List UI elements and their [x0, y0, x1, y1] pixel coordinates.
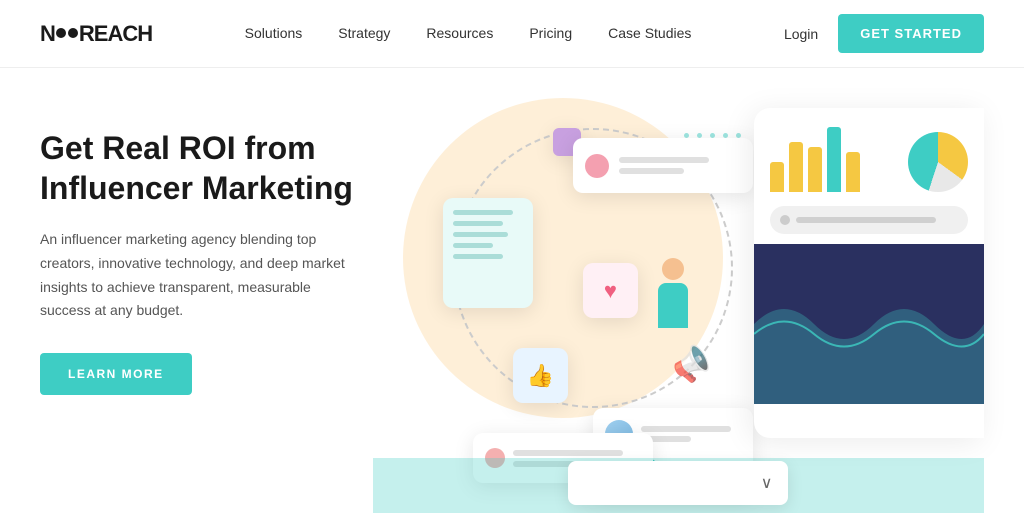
get-started-button[interactable]: GET STARTED — [838, 14, 984, 53]
search-icon — [780, 215, 790, 225]
analytics-panel — [754, 108, 984, 438]
bar-4 — [827, 127, 841, 192]
logo-circle-1 — [56, 28, 66, 38]
thumbs-up-card: 👍 — [513, 348, 568, 403]
doc-line — [453, 232, 508, 237]
logo[interactable]: N REACH — [40, 21, 152, 47]
nav-link-resources[interactable]: Resources — [426, 25, 493, 41]
doc-line — [453, 254, 503, 259]
profile-name-line — [641, 426, 731, 432]
nav-item-strategy[interactable]: Strategy — [338, 25, 390, 43]
nav-item-pricing[interactable]: Pricing — [529, 25, 572, 43]
nav-link-pricing[interactable]: Pricing — [529, 25, 572, 41]
line-long — [619, 157, 709, 163]
nav-links: Solutions Strategy Resources Pricing Cas… — [245, 25, 692, 43]
doc-line — [453, 210, 513, 215]
search-lines — [619, 157, 709, 174]
bar-5 — [846, 152, 860, 192]
nav-link-solutions[interactable]: Solutions — [245, 25, 303, 41]
analytics-chart-area — [754, 108, 984, 206]
search-card — [573, 138, 753, 193]
hero-subtitle: An influencer marketing agency blending … — [40, 228, 350, 323]
logo-text-n: N — [40, 21, 55, 46]
document-card — [443, 198, 533, 308]
hero-title: Get Real ROI fromInfluencer Marketing — [40, 128, 353, 208]
bar-2 — [789, 142, 803, 192]
heart-icon: ♥ — [604, 278, 617, 304]
doc-line — [453, 221, 503, 226]
bar-3 — [808, 147, 822, 192]
nav-link-strategy[interactable]: Strategy — [338, 25, 390, 41]
analytics-search-bar — [770, 206, 968, 234]
hero-illustration: ♥ 👍 📢 — [373, 118, 984, 513]
hero-section: Get Real ROI fromInfluencer Marketing An… — [0, 68, 1024, 513]
doc-line — [453, 243, 493, 248]
logo-text-reach: REACH — [79, 21, 152, 46]
bottom-line — [513, 450, 623, 456]
hero-text-block: Get Real ROI fromInfluencer Marketing An… — [40, 118, 353, 395]
chevron-down-icon: ∨ — [761, 473, 773, 493]
nav-link-case-studies[interactable]: Case Studies — [608, 25, 691, 41]
logo-circle-2 — [68, 28, 78, 38]
line-medium — [619, 168, 684, 174]
person-body — [658, 283, 688, 328]
heart-card: ♥ — [583, 263, 638, 318]
analytics-wave-chart — [754, 244, 984, 404]
profile-circle — [585, 154, 609, 178]
bar-1 — [770, 162, 784, 192]
nav-item-case-studies[interactable]: Case Studies — [608, 25, 691, 43]
person-figure — [653, 258, 693, 338]
navbar: N REACH Solutions Strategy Resources Pric… — [0, 0, 1024, 68]
nav-item-resources[interactable]: Resources — [426, 25, 493, 43]
bar-chart — [770, 122, 860, 192]
nav-item-solutions[interactable]: Solutions — [245, 25, 303, 43]
person-head — [662, 258, 684, 280]
pie-chart — [908, 132, 968, 192]
wave-svg — [754, 244, 984, 404]
thumbs-up-icon: 👍 — [527, 363, 554, 389]
nav-right: Login GET STARTED — [784, 14, 984, 53]
login-button[interactable]: Login — [784, 26, 818, 42]
learn-more-button[interactable]: LEARN MORE — [40, 353, 192, 395]
search-line — [796, 217, 936, 223]
dropdown-bar[interactable]: ∨ — [568, 461, 788, 505]
